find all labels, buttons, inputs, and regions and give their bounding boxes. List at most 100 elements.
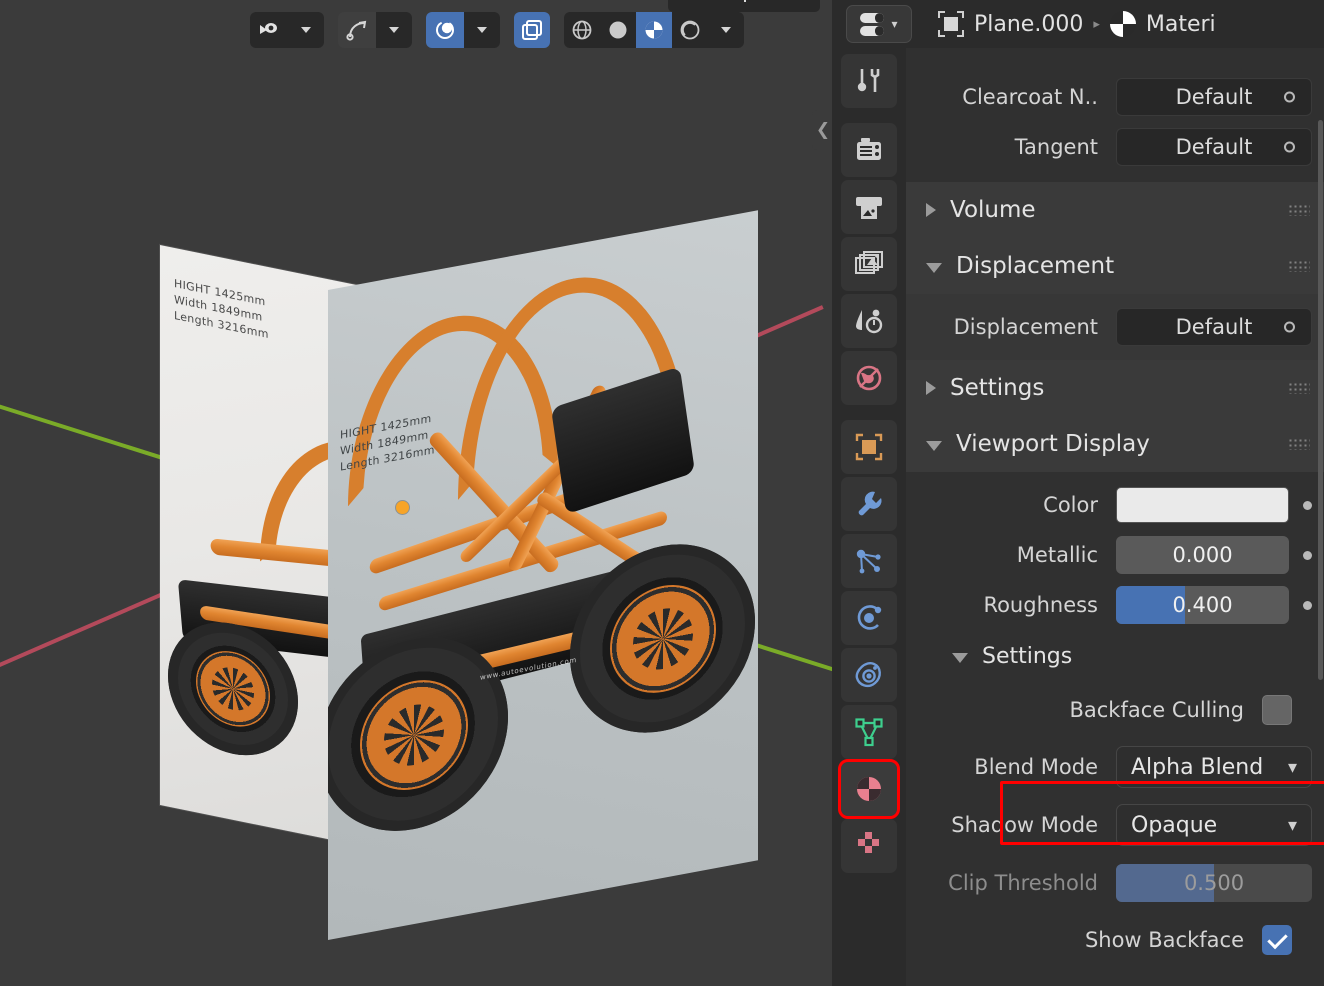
row-displacement: Displacement Default [906, 294, 1324, 360]
breadcrumb-material-label[interactable]: Materi [1146, 12, 1216, 37]
tangent-field[interactable]: Default [1116, 128, 1312, 166]
view-layer-images-icon [855, 251, 883, 274]
output-printer-icon [856, 197, 882, 219]
metallic-slider[interactable]: 0.000 [1116, 536, 1289, 574]
shadow-mode-value: Opaque [1131, 812, 1218, 838]
tab-view-layer[interactable] [841, 237, 897, 291]
snap-magnet-icon[interactable] [338, 12, 376, 48]
roughness-slider[interactable]: 0.400 [1116, 586, 1289, 624]
material-sphere-icon [857, 777, 881, 801]
panel-displacement-label: Displacement [956, 253, 1115, 279]
tab-object-data[interactable] [841, 705, 897, 759]
object-data-icon [938, 11, 964, 37]
properties-header: ▾ Plane.000 ▸ Materi [832, 0, 1324, 48]
properties-tab-rail [832, 48, 906, 986]
chevron-down-icon[interactable] [464, 12, 500, 48]
dimension-text-front: HIGHT 1425mm Width 1849mm Length 3216mm [340, 411, 435, 474]
panel-sub-settings-label: Settings [982, 643, 1073, 669]
show-backface-checkbox[interactable] [1262, 925, 1292, 955]
chevron-down-icon [926, 441, 942, 451]
material-preview-shading-icon[interactable] [636, 12, 672, 48]
reference-plane-front[interactable]: www.autoevolution.com HIGHT 1425mm Width… [328, 210, 758, 941]
tab-constraints[interactable] [841, 648, 897, 702]
drag-grip-icon[interactable] [1288, 204, 1310, 216]
eye-dropdown-icon[interactable] [250, 12, 288, 48]
clearcoat-normal-field[interactable]: Default [1116, 78, 1312, 116]
world-globe-icon [856, 365, 882, 391]
properties-scrollbar[interactable] [1318, 120, 1323, 680]
clearcoat-normal-label: Clearcoat N.. [962, 85, 1098, 109]
toolbar-group-shading [564, 12, 744, 48]
row-clearcoat-normal: Clearcoat N.. Default [906, 72, 1324, 122]
tab-modifiers[interactable] [841, 477, 897, 531]
row-clip-threshold: Clip Threshold 0.500 [906, 854, 1324, 912]
tab-world[interactable] [841, 351, 897, 405]
object-origin-dot[interactable] [396, 501, 409, 514]
tab-texture[interactable] [841, 819, 897, 873]
input-socket-icon[interactable] [1284, 321, 1295, 333]
panel-viewport-display-label: Viewport Display [956, 431, 1150, 457]
chevron-down-icon[interactable] [708, 12, 744, 48]
properties-editor: ▾ Plane.000 ▸ Materi Clearcoat N.. Defau… [832, 0, 1324, 986]
animate-property-dot[interactable] [1303, 550, 1312, 560]
mesh-data-triangle-icon [855, 718, 883, 747]
tab-object[interactable] [841, 420, 897, 474]
chevron-down-icon [926, 263, 942, 273]
panel-displacement-header[interactable]: Displacement [906, 238, 1324, 294]
chevron-down-icon [952, 653, 968, 663]
viewport-sidebar-toggle[interactable]: ❮ [812, 110, 832, 150]
overlay-icon[interactable] [514, 12, 550, 48]
constraints-icon [855, 661, 881, 688]
rendered-shading-icon[interactable] [672, 12, 708, 48]
shadow-mode-dropdown[interactable]: Opaque ▾ [1116, 804, 1312, 846]
breadcrumb-object-label[interactable]: Plane.000 [974, 12, 1083, 37]
toolbar-group-visibility [250, 12, 324, 48]
image-watermark: www.autoevolution.com [480, 655, 577, 682]
tab-particles[interactable] [841, 534, 897, 588]
tangent-value: Default [1175, 135, 1253, 159]
panel-volume-header[interactable]: Volume [906, 182, 1324, 238]
panel-sub-settings-header[interactable]: Settings [906, 630, 1324, 682]
backface-culling-checkbox[interactable] [1262, 695, 1292, 725]
input-socket-icon[interactable] [1284, 91, 1295, 103]
tab-output[interactable] [841, 180, 897, 234]
3d-viewport[interactable]: HIGHT 1425mm Width 1849mm Length 3216mm [0, 0, 832, 986]
input-socket-icon[interactable] [1284, 141, 1295, 153]
panel-settings-header[interactable]: Settings [906, 360, 1324, 416]
tab-physics[interactable] [841, 591, 897, 645]
color-label: Color [1043, 493, 1098, 517]
solid-shading-icon[interactable] [600, 12, 636, 48]
partial-text-field[interactable] [668, 0, 820, 12]
tab-tool[interactable] [841, 54, 897, 108]
animate-property-dot[interactable] [1303, 600, 1312, 610]
dimension-text-back: HIGHT 1425mm Width 1849mm Length 3216mm [174, 276, 269, 342]
physics-orbit-icon [857, 605, 882, 630]
color-swatch[interactable] [1116, 487, 1289, 523]
tab-material[interactable] [838, 759, 900, 819]
row-metallic: Metallic 0.000 [906, 530, 1324, 580]
drag-grip-icon[interactable] [1288, 260, 1310, 272]
drag-grip-icon[interactable] [1288, 438, 1310, 450]
tab-render[interactable] [841, 123, 897, 177]
drag-grip-icon[interactable] [1288, 382, 1310, 394]
chevron-down-icon[interactable] [376, 12, 412, 48]
clip-threshold-slider: 0.500 [1116, 864, 1312, 902]
buggy-artwork-front: www.autoevolution.com [328, 247, 758, 934]
blend-mode-dropdown[interactable]: Alpha Blend ▾ [1116, 746, 1312, 788]
panel-displacement-body: Displacement Default [906, 294, 1324, 360]
chevron-down-icon[interactable] [288, 12, 324, 48]
tool-icon [857, 69, 880, 92]
wireframe-shading-icon[interactable] [564, 12, 600, 48]
chevron-right-icon [926, 203, 936, 217]
panel-volume-label: Volume [950, 197, 1036, 223]
animate-property-dot[interactable] [1303, 500, 1312, 510]
tab-scene[interactable] [841, 294, 897, 348]
proportional-edit-icon[interactable] [426, 12, 464, 48]
wrench-icon [858, 491, 882, 516]
displacement-field[interactable]: Default [1116, 308, 1312, 346]
properties-body[interactable]: Clearcoat N.. Default Tangent Default Vo… [906, 48, 1324, 986]
properties-editor-icon[interactable]: ▾ [846, 5, 912, 43]
blender-window: HIGHT 1425mm Width 1849mm Length 3216mm [0, 0, 1324, 986]
panel-viewport-display-header[interactable]: Viewport Display [906, 416, 1324, 472]
render-camera-icon [857, 138, 881, 160]
